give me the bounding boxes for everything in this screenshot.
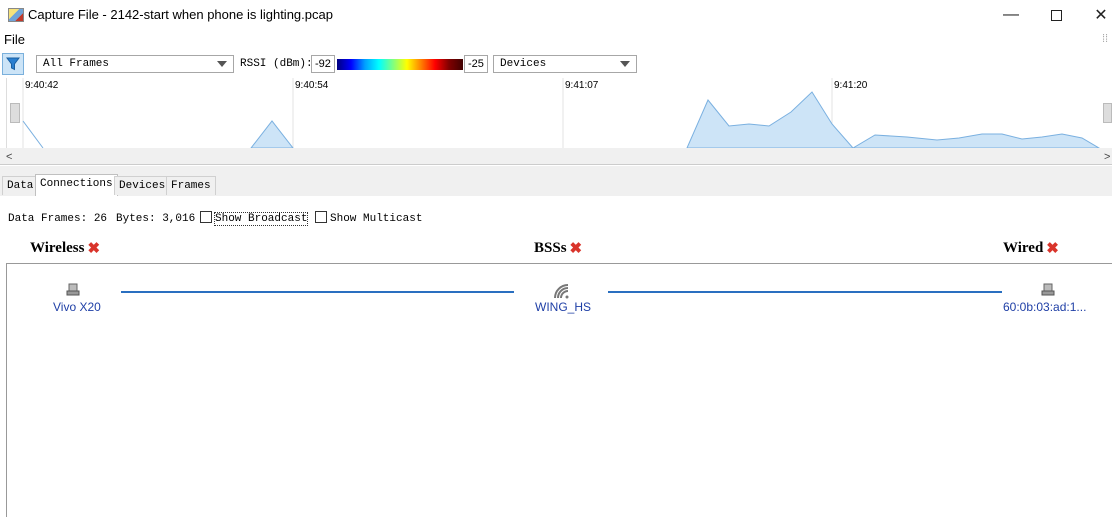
connection-line bbox=[608, 291, 1002, 293]
rssi-color-scale bbox=[337, 59, 463, 70]
timeline-tick-label: 9:41:20 bbox=[834, 80, 868, 91]
menu-file[interactable]: File bbox=[4, 32, 25, 47]
rssi-max-input[interactable]: -25 bbox=[464, 55, 488, 73]
rssi-label: RSSI (dBm): bbox=[240, 58, 313, 70]
minimize-button[interactable]: — bbox=[988, 0, 1034, 30]
filter-icon bbox=[6, 57, 20, 71]
bss-header-label: BSSs bbox=[534, 240, 567, 256]
window-title: Capture File - 2142-start when phone is … bbox=[28, 7, 333, 22]
remove-icon[interactable]: ✖ bbox=[570, 239, 583, 258]
timeline-left-handle[interactable] bbox=[10, 103, 20, 123]
tab-bar: Data Connections Devices Frames bbox=[0, 166, 1112, 197]
scroll-left-icon[interactable]: < bbox=[6, 151, 12, 163]
filter-button[interactable] bbox=[2, 53, 24, 75]
maximize-button[interactable] bbox=[1033, 0, 1079, 30]
title-bar: Capture File - 2142-start when phone is … bbox=[0, 0, 1112, 30]
timeline-tick-label: 9:40:42 bbox=[25, 80, 59, 91]
close-button[interactable]: ✕ bbox=[1078, 0, 1112, 30]
connection-line bbox=[121, 291, 514, 293]
bss-header: BSSs ✖ bbox=[534, 239, 582, 258]
chevron-down-icon bbox=[620, 61, 630, 67]
remove-icon[interactable]: ✖ bbox=[87, 239, 100, 258]
grip-icon[interactable]: ⁞⁞ bbox=[1102, 33, 1112, 47]
bytes-count: Bytes: 3,016 bbox=[116, 213, 196, 225]
wireless-header-label: Wireless bbox=[30, 240, 85, 256]
timeline-tick-label: 9:41:07 bbox=[565, 80, 599, 91]
remove-icon[interactable]: ✖ bbox=[1046, 239, 1059, 258]
timeline-right-handle[interactable] bbox=[1103, 103, 1112, 123]
timeline-graph bbox=[22, 78, 1100, 148]
wireless-node-label[interactable]: Vivo X20 bbox=[53, 300, 101, 314]
view-select-value: Devices bbox=[500, 58, 547, 70]
menu-bar: File bbox=[0, 30, 1112, 50]
wireless-header: Wireless ✖ bbox=[30, 239, 100, 258]
wifi-icon bbox=[554, 284, 569, 299]
tab-devices[interactable]: Devices bbox=[114, 176, 171, 195]
tab-data[interactable]: Data bbox=[2, 176, 39, 195]
timeline-area bbox=[250, 120, 294, 148]
show-broadcast-checkbox[interactable] bbox=[200, 211, 212, 223]
toolbar: All Frames RSSI (dBm): -92 -25 Devices bbox=[0, 52, 1112, 78]
maximize-icon bbox=[1050, 9, 1062, 21]
frames-filter-value: All Frames bbox=[43, 58, 110, 70]
bss-node-label[interactable]: WING_HS bbox=[535, 300, 591, 314]
scroll-right-icon[interactable]: > bbox=[1104, 151, 1110, 163]
chevron-down-icon bbox=[217, 61, 227, 67]
timeline-tick-label: 9:40:54 bbox=[295, 80, 329, 91]
show-multicast-label[interactable]: Show Multicast bbox=[330, 213, 422, 225]
wired-header-label: Wired bbox=[1003, 240, 1044, 256]
tab-frames[interactable]: Frames bbox=[166, 176, 216, 195]
show-broadcast-label[interactable]: Show Broadcast bbox=[213, 212, 309, 226]
rssi-min-input[interactable]: -92 bbox=[311, 55, 335, 73]
tab-connections[interactable]: Connections bbox=[35, 174, 118, 196]
data-frames-count: Data Frames: 26 bbox=[8, 213, 108, 225]
device-icon bbox=[1041, 283, 1055, 296]
timeline-area bbox=[686, 91, 1100, 148]
device-icon bbox=[66, 283, 80, 296]
frames-filter-select[interactable]: All Frames bbox=[36, 55, 234, 73]
timeline-chart[interactable] bbox=[6, 78, 1105, 148]
wired-node-label[interactable]: 60:0b:03:ad:1... bbox=[1003, 300, 1086, 314]
show-multicast-checkbox[interactable] bbox=[315, 211, 327, 223]
app-icon bbox=[8, 8, 24, 22]
timeline-area bbox=[22, 120, 44, 148]
horizontal-scrollbar[interactable] bbox=[0, 148, 1112, 165]
wired-header: Wired ✖ bbox=[1003, 239, 1059, 258]
view-select[interactable]: Devices bbox=[493, 55, 637, 73]
